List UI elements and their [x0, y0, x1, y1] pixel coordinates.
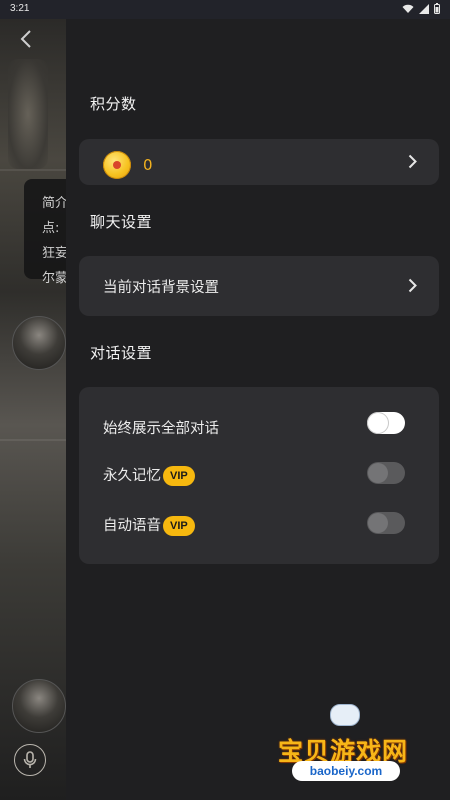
settings-drawer: 积分数 0 聊天设置 当前对话背景设置 对话设置 始终展示全部对话 永久记忆 VI… — [66, 19, 450, 800]
background-decoration — [8, 59, 48, 169]
always-show-dialog-toggle[interactable] — [367, 412, 405, 434]
avatar[interactable] — [12, 316, 66, 370]
points-row[interactable]: 0 — [79, 139, 439, 185]
background-setting-row[interactable]: 当前对话背景设置 — [79, 256, 439, 316]
points-value: 0 — [143, 156, 153, 174]
setting-label: 永久记忆 VIP — [103, 464, 195, 486]
vip-badge: VIP — [163, 516, 195, 536]
setting-label: 自动语音 VIP — [103, 514, 195, 536]
wifi-icon — [402, 4, 414, 13]
status-time: 3:21 — [10, 3, 30, 14]
intro-card: 简介 点: 狂妄 尔蒙 — [24, 179, 70, 286]
permanent-memory-toggle[interactable] — [367, 462, 405, 484]
watermark-url: baobeiy.com — [292, 761, 400, 781]
battery-icon — [434, 3, 440, 14]
background-setting-label: 当前对话背景设置 — [103, 280, 219, 296]
chat-settings-title: 聊天设置 — [90, 213, 153, 231]
auto-voice-toggle[interactable] — [367, 512, 405, 534]
signal-icon — [419, 3, 429, 14]
background-chat-page: 简介 点: 狂妄 尔蒙 — [0, 19, 70, 800]
coin-icon — [103, 151, 131, 179]
dialog-settings-card: 始终展示全部对话 永久记忆 VIP 自动语音 VIP — [79, 387, 439, 564]
background-decoration — [0, 169, 70, 171]
back-icon — [20, 30, 31, 48]
voice-button[interactable] — [14, 744, 46, 776]
chevron-right-icon — [408, 278, 417, 293]
status-icons — [402, 3, 440, 14]
background-decoration — [0, 439, 70, 441]
dialog-settings-title: 对话设置 — [90, 344, 153, 362]
toggle-knob — [368, 413, 388, 433]
vip-badge: VIP — [163, 466, 195, 486]
watermark: 宝贝游戏网 baobeiy.com — [268, 700, 428, 795]
points-title: 积分数 — [90, 95, 137, 113]
toggle-knob — [368, 513, 388, 533]
avatar[interactable] — [12, 679, 66, 733]
setting-label-text: 自动语音 — [103, 518, 161, 534]
back-button[interactable] — [14, 27, 38, 51]
chevron-right-icon — [408, 154, 417, 169]
gamepad-icon — [330, 704, 360, 726]
setting-label: 始终展示全部对话 — [103, 421, 219, 437]
mic-icon — [23, 751, 37, 768]
toggle-knob — [368, 463, 388, 483]
setting-label-text: 永久记忆 — [103, 468, 161, 484]
status-bar: 3:21 — [0, 0, 450, 19]
